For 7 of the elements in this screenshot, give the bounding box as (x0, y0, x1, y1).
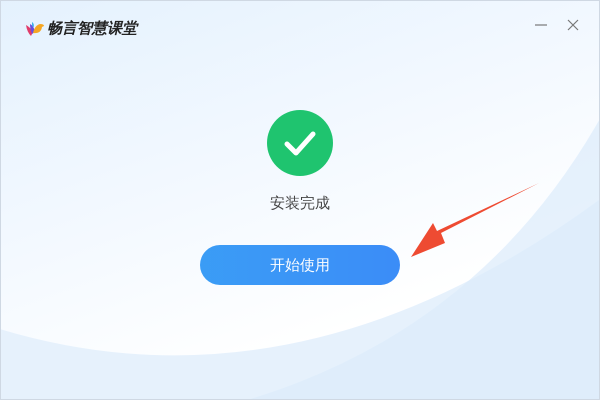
close-icon (566, 18, 580, 32)
minimize-icon (534, 24, 548, 26)
status-text: 安装完成 (270, 194, 330, 213)
bird-logo-icon (25, 20, 45, 36)
start-button[interactable]: 开始使用 (200, 245, 400, 285)
window-title: 畅言智慧课堂 (47, 19, 137, 38)
success-check-icon (267, 110, 333, 176)
